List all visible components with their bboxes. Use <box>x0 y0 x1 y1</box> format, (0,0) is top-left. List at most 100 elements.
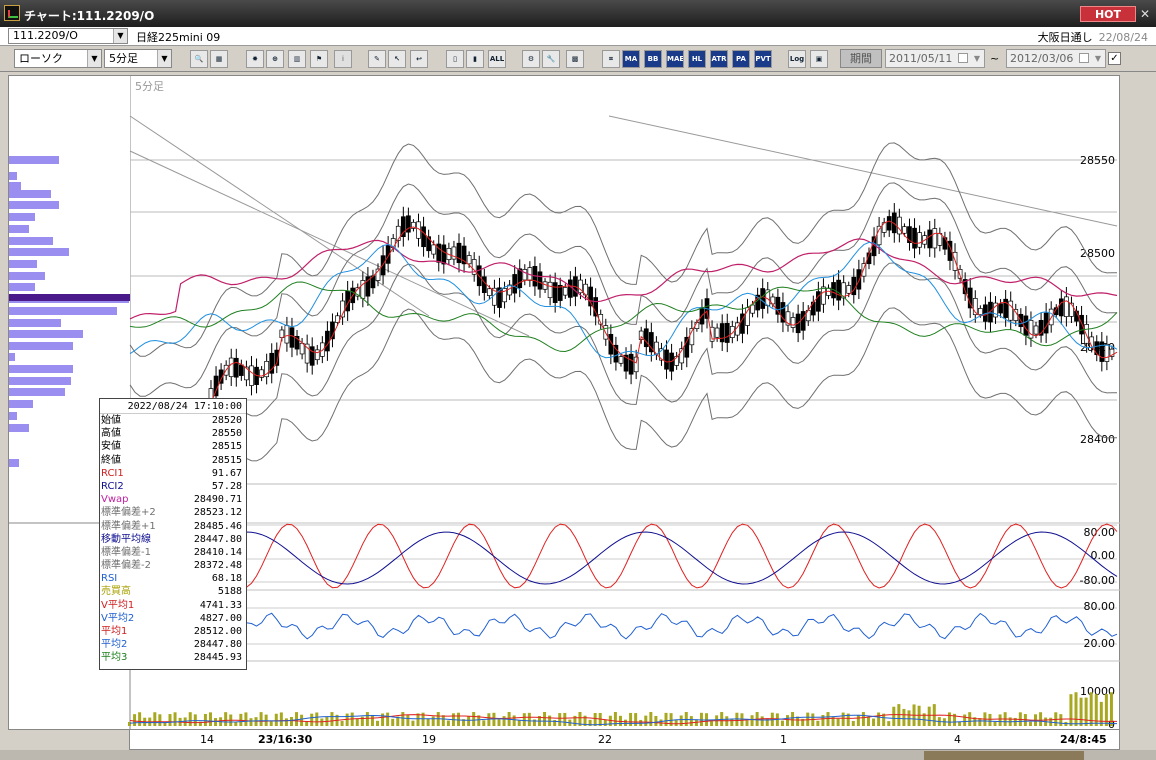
candle-body <box>633 356 639 373</box>
hl-button[interactable]: HL <box>688 50 706 68</box>
volume-bar <box>634 713 638 726</box>
date-to-field[interactable]: 2012/03/06 ▼ <box>1006 49 1106 68</box>
candle-body <box>314 349 320 361</box>
close-icon[interactable]: ✕ <box>1138 7 1152 21</box>
volume-bar <box>224 712 228 726</box>
cursor-icon[interactable]: ↖ <box>388 50 406 68</box>
volume-bar <box>158 714 162 726</box>
volume-bar <box>563 712 567 726</box>
candle-body <box>431 244 437 255</box>
trend-line <box>129 115 430 317</box>
volume-bar <box>340 720 344 726</box>
candle-body <box>395 225 401 241</box>
profile-bar <box>9 412 17 420</box>
indicator-icon[interactable]: ⌗ <box>602 50 620 68</box>
volume-bar <box>1084 697 1088 726</box>
settings-icon[interactable]: ⚙ <box>522 50 540 68</box>
symbol-select[interactable]: 111.2209/O ▼ <box>8 28 128 44</box>
info-value: 28523.12 <box>193 507 242 519</box>
volume-bar <box>745 720 749 726</box>
ma-button[interactable]: MA <box>622 50 640 68</box>
candle-body <box>998 303 1003 314</box>
volume-bar <box>289 716 293 726</box>
save-icon[interactable]: ▣ <box>810 50 828 68</box>
pa-button[interactable]: PA <box>732 50 750 68</box>
candle-body <box>821 286 826 305</box>
scrollbar-thumb[interactable] <box>924 751 1084 760</box>
info-value: 28490.71 <box>193 494 242 506</box>
candle-body <box>917 232 922 248</box>
candle-body <box>1079 314 1084 335</box>
price-tick-label: 28400 <box>1080 433 1115 446</box>
candle-wide-icon[interactable]: ▮ <box>466 50 484 68</box>
info-datetime: 2022/08/24 17:10:00 <box>100 399 246 414</box>
chevron-down-icon[interactable]: ▼ <box>970 50 984 67</box>
volume-bar <box>300 714 304 726</box>
symbol-name: 日経225mini 09 <box>136 31 221 44</box>
info-label: 始値 <box>101 415 121 426</box>
candle-narrow-icon[interactable]: ▯ <box>446 50 464 68</box>
date-from-field[interactable]: 2011/05/11 ▼ <box>885 49 985 68</box>
volume-bar <box>188 712 192 726</box>
profile-bar <box>9 156 59 164</box>
profile-bar <box>9 190 51 198</box>
candle-body <box>228 357 234 378</box>
arrow-icon[interactable]: ↩ <box>410 50 428 68</box>
volume-bar <box>411 720 415 726</box>
profile-bar <box>9 353 15 361</box>
symbol-row: 111.2209/O ▼ 日経225mini 09 大阪日通し 22/08/24 <box>0 27 1156 46</box>
pencil-icon[interactable]: ✎ <box>368 50 386 68</box>
chevron-down-icon[interactable]: ▼ <box>1091 50 1105 67</box>
chart-type-select[interactable]: ローソク ▼ <box>14 49 102 68</box>
chevron-down-icon[interactable]: ▼ <box>157 50 171 67</box>
volume-bar <box>684 712 688 726</box>
calendar-icon[interactable] <box>958 53 968 63</box>
x-axis-label: 19 <box>422 733 436 746</box>
profile-bar <box>9 330 83 338</box>
log-button[interactable]: Log <box>788 50 806 68</box>
volume-bar <box>624 719 628 726</box>
info-row: 標準偏差+1 28485.46 <box>100 520 246 533</box>
zoom-icon[interactable]: 🔍 <box>190 50 208 68</box>
profile-bar <box>9 225 29 233</box>
palette-icon[interactable]: ▩ <box>566 50 584 68</box>
candle-body <box>487 288 492 296</box>
hot-badge[interactable]: HOT <box>1080 6 1136 22</box>
atr-button[interactable]: ATR <box>710 50 728 68</box>
volume-bar <box>310 713 314 726</box>
profile-bar <box>9 319 61 327</box>
profile-bar <box>9 459 19 467</box>
grid-icon[interactable]: ▦ <box>210 50 228 68</box>
period-button[interactable]: 期間 <box>840 49 882 68</box>
info-icon[interactable]: ⅰ <box>334 50 352 68</box>
volume-bar <box>689 716 693 726</box>
info-label: 標準偏差+1 <box>101 520 156 532</box>
timeframe-select[interactable]: 5分足 ▼ <box>104 49 172 68</box>
candle-body <box>1028 319 1034 339</box>
bar-chart-icon[interactable]: ▥ <box>288 50 306 68</box>
period-checkbox[interactable]: ✓ <box>1108 52 1121 65</box>
candle-body <box>977 308 983 316</box>
zoom-chart-icon[interactable]: ⊕ <box>266 50 284 68</box>
mae-button[interactable]: MAE <box>666 50 684 68</box>
volume-bar <box>1069 694 1073 726</box>
volume-bar <box>416 713 420 726</box>
pvt-button[interactable]: PVT <box>754 50 772 68</box>
x-axis-label: 1 <box>780 733 787 746</box>
all-button[interactable]: ALL <box>488 50 506 68</box>
volume-bar <box>138 712 142 726</box>
chevron-down-icon[interactable]: ▼ <box>87 50 101 67</box>
bb-button[interactable]: BB <box>644 50 662 68</box>
volume-bar <box>593 713 597 726</box>
volume-bar <box>877 712 881 726</box>
timeframe-value: 5分足 <box>109 52 138 65</box>
wrench-icon[interactable]: 🔧 <box>542 50 560 68</box>
candle-body <box>790 317 796 328</box>
info-value: 91.67 <box>211 467 242 479</box>
flag-icon[interactable]: ⚑ <box>310 50 328 68</box>
x-axis-label: 23/16:30 <box>258 733 313 746</box>
chevron-down-icon[interactable]: ▼ <box>113 29 127 43</box>
calendar-icon[interactable] <box>1079 53 1089 63</box>
info-label: V平均1 <box>101 599 135 611</box>
bomb-icon[interactable]: ✸ <box>246 50 264 68</box>
